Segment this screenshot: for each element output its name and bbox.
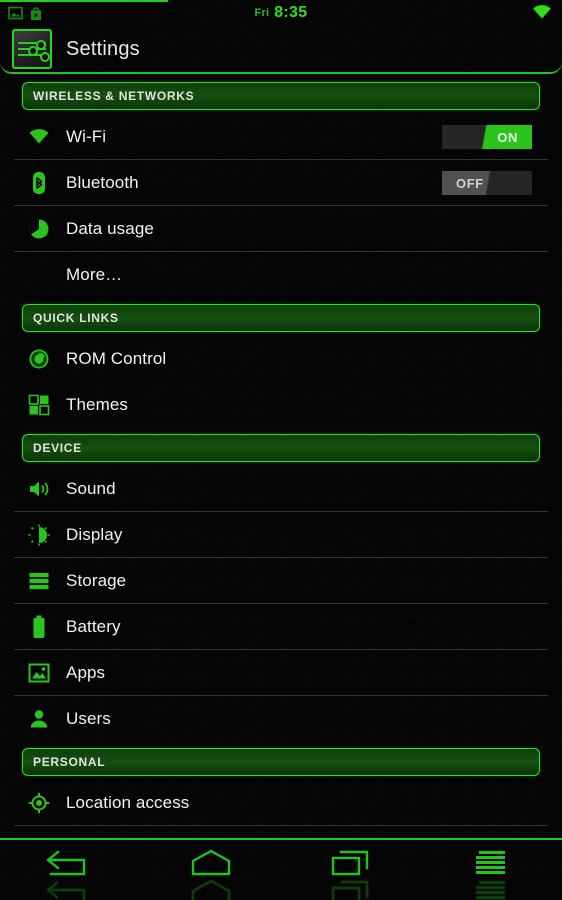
settings-row-label: Data usage xyxy=(66,218,154,238)
settings-row-sound[interactable]: Sound xyxy=(14,466,548,512)
battery-icon xyxy=(24,614,54,640)
navigation-bar xyxy=(0,838,562,900)
bluetooth-toggle-label: OFF xyxy=(456,175,484,191)
settings-row-battery[interactable]: Battery xyxy=(14,604,548,650)
settings-row-rom-control[interactable]: ROM Control xyxy=(14,336,548,382)
section-header-personal: PERSONAL xyxy=(22,748,540,776)
settings-row-label: Display xyxy=(66,524,123,544)
bluetooth-icon xyxy=(24,170,54,196)
data-usage-icon xyxy=(24,216,54,242)
sound-icon xyxy=(24,476,54,502)
settings-row-label: Apps xyxy=(66,662,106,682)
storage-icon xyxy=(24,568,54,594)
settings-row-display[interactable]: Display xyxy=(14,512,548,558)
settings-row-label: Sound xyxy=(66,478,116,498)
settings-row-label: ROM Control xyxy=(66,349,167,368)
section-header-device: DEVICE xyxy=(22,434,540,462)
display-icon xyxy=(24,522,54,548)
settings-row-label: More… xyxy=(66,265,123,284)
back-arrow-icon xyxy=(44,848,96,878)
status-bar: Fri 8:35 xyxy=(0,0,562,26)
settings-row-location-access[interactable]: Location access xyxy=(14,780,548,826)
home-button[interactable] xyxy=(141,840,282,900)
settings-row-label: Location access xyxy=(66,792,190,812)
status-clock: 8:35 xyxy=(274,4,308,21)
settings-row-apps[interactable]: Apps xyxy=(14,650,548,696)
wifi-toggle[interactable]: ON xyxy=(442,125,532,149)
wifi-toggle-label: ON xyxy=(497,129,518,145)
settings-row-themes[interactable]: Themes xyxy=(14,382,548,428)
rom-control-icon xyxy=(24,346,54,372)
bluetooth-toggle[interactable]: OFF xyxy=(442,171,532,195)
settings-row-label: Storage xyxy=(66,570,127,590)
settings-row-more[interactable]: More… xyxy=(14,252,548,298)
settings-row-label: Battery xyxy=(66,616,121,636)
settings-row-bluetooth[interactable]: Bluetooth OFF xyxy=(14,160,548,206)
settings-row-label: Bluetooth xyxy=(66,172,139,192)
recents-button[interactable] xyxy=(281,840,422,900)
page-title: Settings xyxy=(66,37,140,60)
settings-row-users[interactable]: Users xyxy=(14,696,548,742)
themes-icon xyxy=(24,392,54,418)
menu-lines-icon xyxy=(470,848,514,878)
status-day: Fri xyxy=(254,7,270,19)
home-icon xyxy=(187,848,235,878)
settings-row-label: Themes xyxy=(66,395,129,414)
recent-apps-icon xyxy=(329,848,373,878)
apps-icon xyxy=(24,660,54,686)
settings-row-label: Wi-Fi xyxy=(66,126,107,146)
settings-list[interactable]: WIRELESS & NETWORKS Wi-Fi ON Bluetooth O… xyxy=(0,76,562,838)
back-button[interactable] xyxy=(0,840,141,900)
settings-screen: Fri 8:35 Settings WIRELESS & NETWORKS Wi… xyxy=(0,0,562,900)
action-bar: Settings xyxy=(0,26,562,74)
users-icon xyxy=(24,706,54,732)
back-arrow-icon-reflection xyxy=(44,878,96,900)
settings-row-storage[interactable]: Storage xyxy=(14,558,548,604)
menu-button[interactable] xyxy=(422,840,562,900)
settings-row-wifi[interactable]: Wi-Fi ON xyxy=(14,114,548,160)
settings-row-data-usage[interactable]: Data usage xyxy=(14,206,548,252)
settings-row-label: Users xyxy=(66,709,111,728)
home-icon-reflection xyxy=(187,878,235,900)
wifi-status-icon xyxy=(532,4,552,20)
settings-sliders-icon[interactable] xyxy=(12,29,52,69)
wifi-icon xyxy=(24,124,54,150)
section-header-wireless: WIRELESS & NETWORKS xyxy=(22,82,540,110)
menu-lines-icon-reflection xyxy=(470,878,514,900)
settings-row-security[interactable]: Security xyxy=(14,826,548,838)
recent-apps-icon-reflection xyxy=(329,878,373,900)
location-icon xyxy=(24,790,54,816)
section-header-quick-links: QUICK LINKS xyxy=(22,304,540,332)
